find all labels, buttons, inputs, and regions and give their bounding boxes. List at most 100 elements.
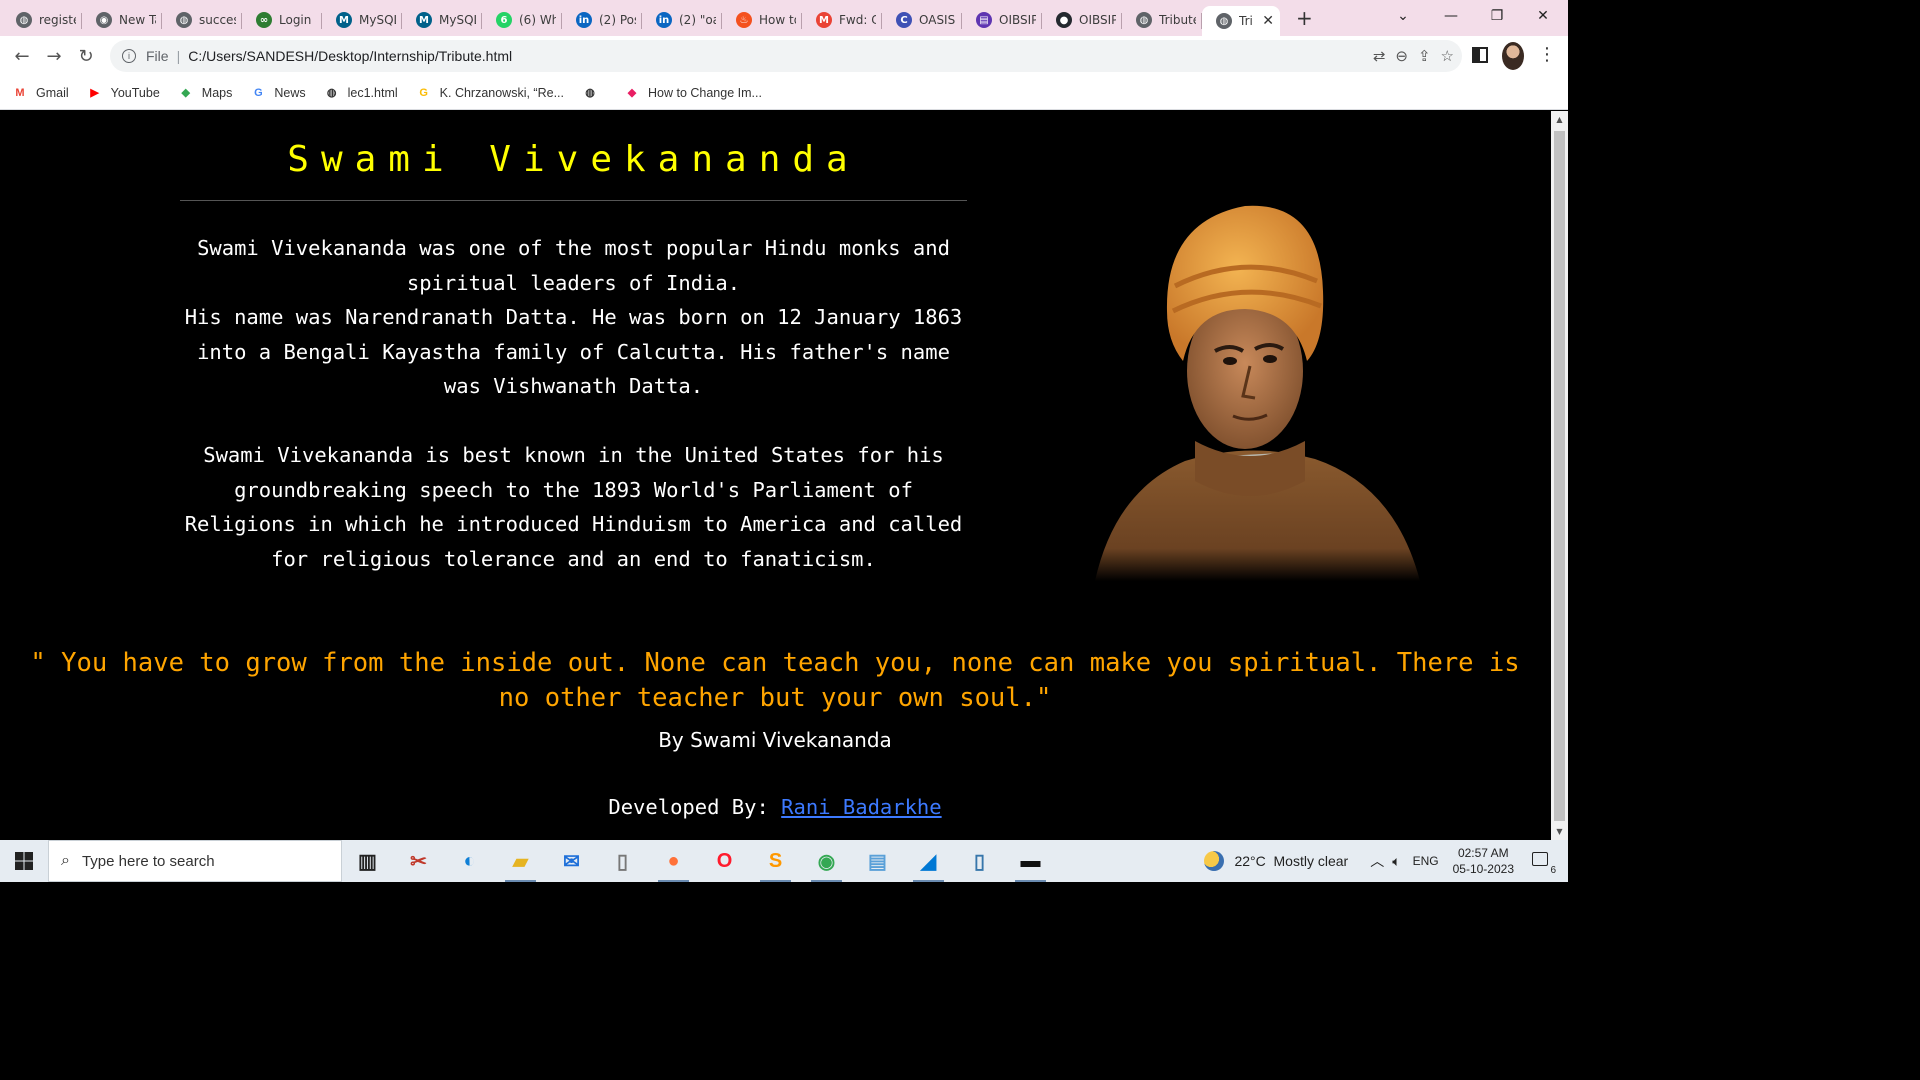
mysql-icon: M: [416, 12, 432, 28]
bookmarks-bar: M Gmail ▶ YouTube ◆ Maps G News ◍ lec1.html G K. Ch…: [0, 76, 1568, 110]
tab-item[interactable]: ▤ OIBSIP: [962, 5, 1042, 35]
scroll-down-arrow-icon[interactable]: ▼: [1551, 823, 1568, 840]
bookmark-label: Maps: [201, 85, 233, 100]
tab-item[interactable]: in (2) Post: [562, 5, 642, 35]
sublime-glyph: S: [768, 849, 783, 872]
running-indicator: [913, 880, 944, 882]
tab-title: Tri: [1239, 14, 1253, 28]
tab-item[interactable]: 6 (6) Wha: [482, 5, 562, 35]
sublime-icon[interactable]: S: [750, 840, 801, 882]
back-button[interactable]: ←: [6, 40, 38, 72]
taskbar-apps: ▥ ✂ ◐ ▰ ✉ ▯ ● O S ◉ ▤ ◢ ▯ ▬: [342, 840, 1056, 882]
developer-link[interactable]: Rani Badarkhe: [781, 795, 941, 819]
tab-item[interactable]: C OASIS: [882, 5, 962, 35]
search-placeholder: Type here to search: [81, 852, 215, 870]
notepad-icon[interactable]: ▤: [852, 840, 903, 882]
taskbar-search[interactable]: ⌕ Type here to search: [48, 840, 342, 882]
developer-credit: Developed By: Rani Badarkhe: [500, 795, 1050, 819]
python-file-icon[interactable]: ▯: [954, 840, 1005, 882]
language-indicator[interactable]: ENG: [1413, 854, 1439, 868]
running-indicator: [658, 880, 689, 882]
oibsip-icon: ▤: [976, 12, 992, 28]
opera-glyph: O: [716, 849, 733, 872]
edge-icon[interactable]: ◐: [444, 840, 495, 882]
file-icon[interactable]: ▯: [597, 840, 648, 882]
side-panel-icon[interactable]: [1472, 47, 1488, 63]
tab-item[interactable]: in (2) "oa: [642, 5, 722, 35]
weather-text[interactable]: 22°C Mostly clear: [1234, 853, 1348, 869]
snipping-tool-icon[interactable]: ✂: [393, 840, 444, 882]
url-text[interactable]: C:/Users/SANDESH/Desktop/Internship/Trib…: [188, 48, 512, 64]
clock[interactable]: 02:57 AM 05-10-2023: [1453, 845, 1514, 877]
bookmark-label: lec1.html: [347, 85, 398, 100]
firefox-icon[interactable]: ●: [648, 840, 699, 882]
whatsapp-icon: 6: [496, 12, 512, 28]
bookmark-item[interactable]: G News: [250, 85, 306, 101]
tab-item[interactable]: ♨ How to: [722, 5, 802, 35]
bookmark-item[interactable]: G K. Chrzanowski, “Re...: [416, 85, 564, 101]
heading-rule: [180, 200, 967, 201]
page-viewport: Swami Vivekananda Swami Vivekananda was …: [0, 111, 1551, 840]
tab-item[interactable]: ∞ Login a: [242, 5, 322, 35]
gmail-icon: M: [15, 86, 25, 99]
profile-avatar[interactable]: [1502, 42, 1524, 70]
minimize-button[interactable]: —: [1428, 0, 1474, 32]
vscode-icon[interactable]: ◢: [903, 840, 954, 882]
fire-icon: ♨: [736, 12, 752, 28]
tab-item[interactable]: ◍ Tribute: [1122, 5, 1202, 35]
new-tab-button[interactable]: +: [1296, 6, 1313, 30]
bookmark-item[interactable]: ▶ YouTube: [87, 85, 159, 101]
opera-icon[interactable]: O: [699, 840, 750, 882]
mail-icon[interactable]: ✉: [546, 840, 597, 882]
volume-icon[interactable]: 🔈︎: [1392, 853, 1400, 870]
tab-item[interactable]: M MySQL: [402, 5, 482, 35]
clock-time: 02:57 AM: [1457, 846, 1509, 860]
forward-button[interactable]: →: [38, 40, 70, 72]
linkedin-icon: in: [656, 12, 672, 28]
bookmark-label: News: [274, 85, 306, 100]
tab-item[interactable]: M Fwd: C: [802, 5, 882, 35]
system-tray: 22°C Mostly clear ︿ 🔈︎ ENG 02:57 AM 05-1…: [1204, 840, 1568, 882]
python-file-glyph: ▯: [973, 850, 985, 873]
tab-item[interactable]: ● OIBSIP,: [1042, 5, 1122, 35]
bookmark-item[interactable]: ◍ lec1.html: [324, 85, 398, 101]
tab-item[interactable]: ◍ registe: [2, 5, 82, 35]
scroll-up-arrow-icon[interactable]: ▲: [1551, 111, 1568, 128]
tab-title: Fwd: C: [839, 13, 876, 27]
close-window-button[interactable]: ✕: [1520, 0, 1566, 32]
tab-item[interactable]: ◍ success: [162, 5, 242, 35]
browser-menu-icon[interactable]: ⋮: [1538, 44, 1556, 65]
bookmark-item[interactable]: ◍: [582, 85, 606, 101]
tab-search-chevron-icon[interactable]: ⌄: [1380, 0, 1426, 32]
running-indicator: [505, 880, 536, 882]
weather-icon[interactable]: [1204, 851, 1225, 871]
info-icon[interactable]: i: [122, 49, 136, 63]
bookmark-item[interactable]: ◆ How to Change Im...: [624, 85, 762, 101]
globe-icon: ◍: [326, 87, 337, 99]
zoom-icon[interactable]: ⊖: [1395, 47, 1408, 65]
task-view-icon[interactable]: ▥: [342, 840, 393, 882]
quote-text: " You have to grow from the inside out. …: [30, 648, 1520, 713]
notification-center[interactable]: 6: [1530, 850, 1556, 876]
tray-overflow-icon[interactable]: ︿: [1370, 851, 1384, 871]
start-button[interactable]: [0, 840, 48, 882]
maximize-button[interactable]: ❐: [1474, 0, 1520, 32]
bookmark-star-icon[interactable]: ☆: [1441, 47, 1454, 65]
globe-icon: ◍: [585, 87, 595, 99]
address-bar[interactable]: i File | C:/Users/SANDESH/Desktop/Intern…: [110, 40, 1462, 72]
tab-item[interactable]: ◉ New Ta: [82, 5, 162, 35]
share-icon[interactable]: ⇪: [1418, 47, 1431, 65]
page-scrollbar[interactable]: ▲ ▼: [1551, 111, 1568, 840]
tab-active[interactable]: ◍ Tri ✕: [1202, 6, 1280, 36]
tab-item[interactable]: M MySQL: [322, 5, 402, 35]
chrome-icon[interactable]: ◉: [801, 840, 852, 882]
file-explorer-glyph: ▰: [512, 850, 529, 873]
bookmark-item[interactable]: M Gmail: [12, 85, 68, 101]
close-tab-icon[interactable]: ✕: [1262, 13, 1274, 29]
scroll-thumb[interactable]: [1554, 131, 1565, 821]
bookmark-item[interactable]: ◆ Maps: [178, 85, 233, 101]
terminal-icon[interactable]: ▬: [1005, 840, 1056, 882]
reload-button[interactable]: ↻: [70, 40, 102, 72]
file-explorer-icon[interactable]: ▰: [495, 840, 546, 882]
translate-icon[interactable]: ⇄: [1373, 47, 1386, 65]
